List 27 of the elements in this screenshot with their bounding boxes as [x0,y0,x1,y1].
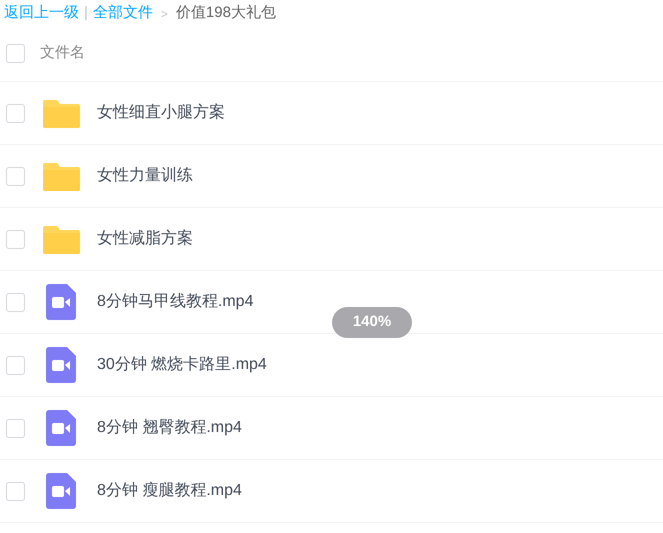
chevron: > [160,6,169,22]
checkbox[interactable] [6,292,25,312]
checkbox[interactable] [6,104,25,122]
folder-icon [42,224,80,254]
file-name[interactable]: 女性力量训练 [97,164,193,188]
file-name[interactable]: 30分钟 燃烧卡路里.mp4 [97,353,267,377]
folder-icon [42,161,80,191]
column-header: 文件名 [40,43,85,64]
file-name[interactable]: 8分钟 翘臀教程.mp4 [97,416,242,440]
video-file-icon [46,473,76,509]
checkbox[interactable] [6,44,25,63]
zoom-toast: 140% [332,307,412,338]
video-file-icon [46,284,76,320]
video-file-icon [46,347,76,383]
checkbox[interactable] [6,356,25,374]
file-name[interactable]: 8分钟 瘦腿教程.mp4 [97,479,242,503]
folder-icon [42,98,80,128]
separator: | [84,3,88,24]
file-name[interactable]: 女性细直小腿方案 [97,101,225,125]
file-name[interactable]: 女性减脂方案 [97,227,193,251]
checkbox[interactable] [6,166,25,186]
current-folder: 价值198大礼包 [176,3,276,24]
checkbox[interactable] [6,482,25,500]
checkbox[interactable] [6,418,25,438]
video-file-icon [46,410,76,446]
checkbox[interactable] [6,230,25,248]
file-name[interactable]: 8分钟马甲线教程.mp4 [97,290,254,314]
